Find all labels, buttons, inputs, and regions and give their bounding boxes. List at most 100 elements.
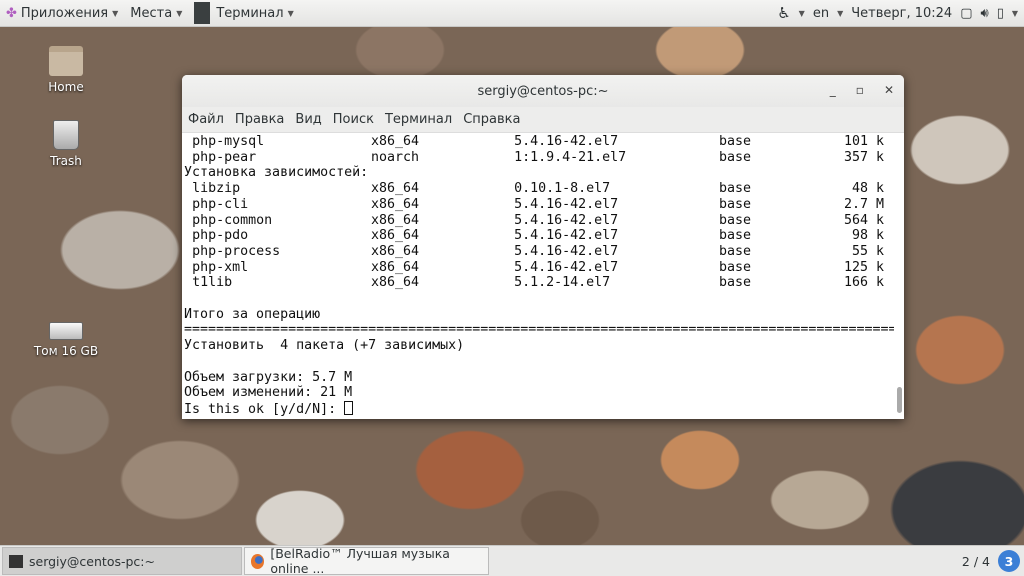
- package-row: libzip x86_64 0.10.1-8.el7 base 48 k: [184, 181, 894, 197]
- package-size: 101 k: [843, 134, 884, 149]
- bottom-panel: sergiy@centos-pc:~ [BelRadio™ Лучшая муз…: [0, 545, 1024, 576]
- package-size: 55 k: [851, 243, 884, 259]
- package-arch: x86_64: [370, 196, 420, 212]
- package-repo: base: [718, 259, 751, 275]
- package-size: 166 k: [843, 275, 884, 291]
- separator-text: ========================================…: [184, 322, 894, 338]
- package-size: 98 k: [851, 228, 884, 244]
- package-repo: base: [718, 181, 751, 197]
- package-row: php-pear noarch 1:1.9.4-21.el7 base 357 k: [184, 150, 894, 166]
- scrollbar-thumb[interactable]: [897, 387, 902, 413]
- accessibility-icon[interactable]: ♿: [777, 4, 790, 22]
- package-size: 357 k: [843, 149, 884, 165]
- home-folder-icon: [49, 46, 83, 76]
- package-name: php-common: [192, 212, 273, 228]
- volume-icon[interactable]: 🔊︎: [980, 6, 988, 21]
- menu-search[interactable]: Поиск: [333, 112, 374, 127]
- trash-icon: [53, 120, 79, 150]
- applications-menu[interactable]: ✤ Приложения ▼: [0, 0, 124, 27]
- package-repo: base: [718, 134, 751, 149]
- chevron-down-icon: ▼: [798, 8, 805, 18]
- menu-file[interactable]: Файл: [188, 112, 224, 127]
- menu-view[interactable]: Вид: [295, 112, 321, 127]
- battery-icon[interactable]: ▯: [997, 6, 1004, 21]
- scrollbar[interactable]: [895, 133, 902, 417]
- summary-header: Итого за операцию: [184, 307, 894, 323]
- applications-label: Приложения: [20, 5, 109, 21]
- package-row: php-mysql x86_64 5.4.16-42.el7 base 101 k: [184, 134, 894, 150]
- package-repo: base: [718, 149, 751, 165]
- window-titlebar[interactable]: sergiy@centos-pc:~ _ ▫ ✕: [182, 75, 904, 107]
- apps-logo-icon: ✤: [6, 5, 17, 21]
- package-version: 5.4.16-42.el7: [514, 134, 619, 149]
- package-arch: x86_64: [370, 275, 420, 291]
- task-firefox[interactable]: [BelRadio™ Лучшая музыка online ...: [244, 546, 489, 576]
- menu-terminal[interactable]: Терминал: [385, 112, 452, 127]
- maximize-icon[interactable]: ▫: [856, 83, 864, 97]
- package-name: t1lib: [192, 275, 233, 291]
- task-terminal[interactable]: sergiy@centos-pc:~: [2, 547, 242, 575]
- top-panel: ✤ Приложения ▼ Места ▼ Терминал ▼ ♿ ▼ en ▼ Чет…: [0, 0, 1024, 27]
- package-version: 0.10.1-8.el7: [514, 181, 611, 197]
- desktop-icon-volume[interactable]: Том 16 GB: [26, 318, 106, 358]
- terminal-output[interactable]: php-mysql x86_64 5.4.16-42.el7 base 101 k php…: [182, 133, 904, 419]
- firefox-icon: [251, 553, 265, 569]
- active-app-menu[interactable]: Терминал ▼: [188, 0, 299, 27]
- menu-help[interactable]: Справка: [463, 112, 520, 127]
- places-label: Места: [130, 5, 173, 21]
- system-menu-chevron-icon[interactable]: ▼: [1012, 9, 1018, 18]
- language-indicator[interactable]: en: [813, 6, 829, 21]
- package-name: php-pear: [192, 149, 257, 165]
- download-size-text: Объем загрузки: 5.7 M: [184, 369, 353, 385]
- summary-header: Итого за операцию: [184, 306, 321, 322]
- prompt-text: Is this ok [y/d/N]:: [184, 401, 345, 417]
- package-repo: base: [718, 196, 751, 212]
- package-name: php-process: [192, 243, 281, 259]
- menu-edit[interactable]: Правка: [235, 112, 284, 127]
- package-repo: base: [718, 275, 751, 291]
- minimize-icon[interactable]: _: [830, 83, 836, 97]
- close-icon[interactable]: ✕: [884, 83, 894, 97]
- package-arch: x86_64: [370, 212, 420, 228]
- install-summary: Установить 4 пакета (+7 зависимых): [184, 338, 894, 354]
- places-menu[interactable]: Места ▼: [124, 0, 188, 27]
- package-row: php-pdo x86_64 5.4.16-42.el7 base 98 k: [184, 228, 894, 244]
- desktop-icon-trash[interactable]: Trash: [26, 120, 106, 168]
- terminal-icon: [9, 554, 23, 568]
- chevron-down-icon: ▼: [112, 8, 119, 18]
- package-arch: x86_64: [370, 181, 420, 197]
- package-version: 5.4.16-42.el7: [514, 196, 619, 212]
- task-label: [BelRadio™ Лучшая музыка online ...: [270, 546, 450, 576]
- section-header: Установка зависимостей:: [184, 165, 894, 181]
- package-version: 5.4.16-42.el7: [514, 259, 619, 275]
- package-name: php-pdo: [192, 228, 249, 244]
- package-repo: base: [718, 228, 751, 244]
- package-version: 1:1.9.4-21.el7: [514, 149, 627, 165]
- text-cursor: [344, 400, 354, 415]
- desktop-icon-home[interactable]: Home: [26, 46, 106, 94]
- terminal-window: sergiy@centos-pc:~ _ ▫ ✕ Файл Правка Вид П…: [182, 75, 904, 419]
- package-row: php-common x86_64 5.4.16-42.el7 base 564 k: [184, 213, 894, 229]
- clock[interactable]: Четверг, 10:24: [851, 6, 952, 21]
- package-name: libzip: [192, 181, 241, 197]
- package-size: 564 k: [843, 212, 884, 228]
- package-repo: base: [718, 212, 751, 228]
- package-name: php-mysql: [192, 134, 265, 149]
- package-name: php-xml: [192, 259, 249, 275]
- workspace-indicator[interactable]: 2 / 4: [962, 554, 990, 569]
- change-size: Объем изменений: 21 M: [184, 385, 894, 401]
- package-row: php-xml x86_64 5.4.16-42.el7 base 125 k: [184, 260, 894, 276]
- drive-icon: [49, 322, 83, 340]
- package-repo: base: [718, 243, 751, 259]
- package-size: 125 k: [843, 259, 884, 275]
- desktop-icon-label: Trash: [50, 154, 82, 168]
- download-size: Объем загрузки: 5.7 M: [184, 370, 894, 386]
- package-row: t1lib x86_64 5.1.2-14.el7 base 166 k: [184, 275, 894, 291]
- package-size: 48 k: [851, 181, 884, 197]
- install-summary-text: Установить 4 пакета (+7 зависимых): [184, 338, 465, 354]
- package-version: 5.4.16-42.el7: [514, 243, 619, 259]
- notification-badge[interactable]: 3: [998, 550, 1020, 572]
- deps-header: Установка зависимостей:: [184, 165, 369, 181]
- task-label: sergiy@centos-pc:~: [29, 553, 155, 569]
- display-icon[interactable]: ▢: [960, 6, 972, 21]
